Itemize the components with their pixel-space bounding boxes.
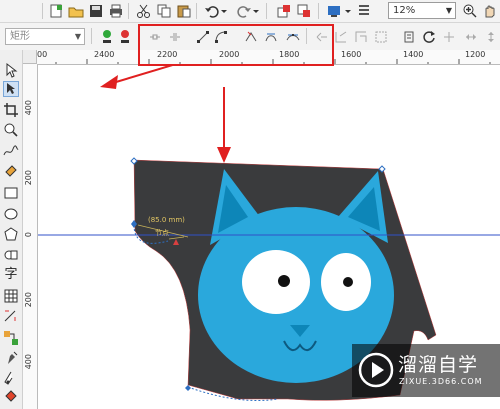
shape-type-value: 矩形 — [10, 31, 30, 42]
polygon-tool-icon[interactable] — [3, 226, 19, 242]
export-icon[interactable] — [296, 3, 312, 19]
freehand-tool-icon[interactable] — [3, 143, 19, 159]
app-launcher-icon[interactable] — [356, 3, 372, 19]
highlight-box — [138, 24, 334, 66]
add-node-icon[interactable] — [100, 29, 114, 43]
redo-dropdown-icon[interactable] — [252, 3, 260, 19]
print-icon[interactable] — [108, 3, 124, 19]
mirror-horizontal-icon[interactable] — [464, 30, 478, 44]
undo-icon[interactable] — [204, 3, 220, 19]
zoom-in-icon[interactable] — [462, 3, 478, 19]
basic-shapes-tool-icon[interactable] — [3, 247, 19, 263]
watermark-url: ZIXUE.3D66.COM — [399, 377, 483, 386]
extract-subpath-icon[interactable] — [354, 30, 368, 44]
redo-icon[interactable] — [236, 3, 252, 19]
annotation-arrow-head — [217, 147, 231, 163]
toolbox: 字 — [0, 50, 23, 409]
publish-dropdown-icon[interactable] — [344, 3, 352, 19]
toolbar-separator — [42, 3, 43, 19]
rotate-nodes-icon[interactable] — [402, 30, 416, 44]
zoom-level-value: 12% — [393, 5, 416, 16]
fill-tool-icon[interactable] — [3, 388, 19, 404]
annotation-arrow-head — [100, 75, 118, 89]
toolbar-separator — [318, 3, 319, 19]
zoom-level-select[interactable]: 12% ▼ — [388, 2, 456, 19]
table-tool-icon[interactable] — [3, 288, 19, 304]
undo-dropdown-icon[interactable] — [220, 3, 228, 19]
ruler-label: 0 — [24, 232, 33, 238]
toolbar-separator — [128, 3, 129, 19]
refresh-icon[interactable] — [422, 30, 436, 44]
open-folder-icon[interactable] — [68, 3, 84, 19]
ruler-label: 400 — [24, 100, 33, 116]
ruler-label: 2400 — [94, 50, 115, 59]
save-icon[interactable] — [88, 3, 104, 19]
toolbar-separator — [91, 28, 92, 44]
play-logo-icon — [358, 352, 394, 388]
chevron-down-icon: ▼ — [445, 6, 452, 15]
copy-icon[interactable] — [156, 3, 172, 19]
mirror-vertical-icon[interactable] — [484, 30, 498, 44]
ruler-label: 1600 — [341, 50, 362, 59]
ruler-label: 00 — [37, 50, 48, 59]
shape-tool-icon[interactable] — [3, 81, 19, 97]
vertical-ruler: 400 200 0 200 400 — [23, 64, 38, 409]
drop-shadow-tool-icon[interactable] — [3, 350, 19, 366]
ruler-label: 1200 — [465, 50, 486, 59]
paste-icon[interactable] — [176, 3, 192, 19]
shape-type-select[interactable]: 矩形 ▼ — [5, 28, 85, 45]
ruler-label: 200 — [24, 292, 33, 308]
stretch-nodes-icon[interactable] — [374, 30, 388, 44]
new-document-icon[interactable] — [48, 3, 64, 19]
standard-toolbar: 12% ▼ — [0, 0, 500, 23]
ruler-label: 1400 — [403, 50, 424, 59]
ruler-label: 200 — [24, 170, 33, 186]
align-nodes-icon[interactable] — [442, 30, 456, 44]
text-tool-icon[interactable]: 字 — [3, 267, 19, 283]
cut-icon[interactable] — [136, 3, 152, 19]
pick-tool-icon[interactable] — [3, 62, 19, 78]
import-icon[interactable] — [276, 3, 292, 19]
watermark-title: 溜溜自学 — [398, 354, 479, 376]
crop-tool-icon[interactable] — [3, 102, 19, 118]
zoom-tool-icon[interactable] — [3, 122, 19, 138]
connector-tool-icon[interactable] — [3, 330, 19, 346]
delete-node-icon[interactable] — [118, 29, 132, 43]
hand-pan-icon[interactable] — [482, 3, 498, 19]
ruler-label: 400 — [24, 354, 33, 370]
extend-curve-icon[interactable] — [334, 30, 348, 44]
toolbar-separator — [266, 3, 267, 19]
publish-pdf-icon[interactable] — [326, 3, 342, 19]
eyedropper-tool-icon[interactable] — [3, 370, 19, 386]
toolbar-separator — [196, 3, 197, 19]
ellipse-tool-icon[interactable] — [3, 206, 19, 222]
chevron-down-icon: ▼ — [74, 32, 81, 41]
watermark-badge: 溜溜自学 ZIXUE.3D66.COM — [352, 344, 500, 397]
ruler-origin[interactable] — [23, 50, 37, 64]
dimension-tool-icon[interactable] — [3, 309, 19, 325]
rectangle-tool-icon[interactable] — [3, 185, 19, 201]
smart-fill-tool-icon[interactable] — [3, 163, 19, 179]
